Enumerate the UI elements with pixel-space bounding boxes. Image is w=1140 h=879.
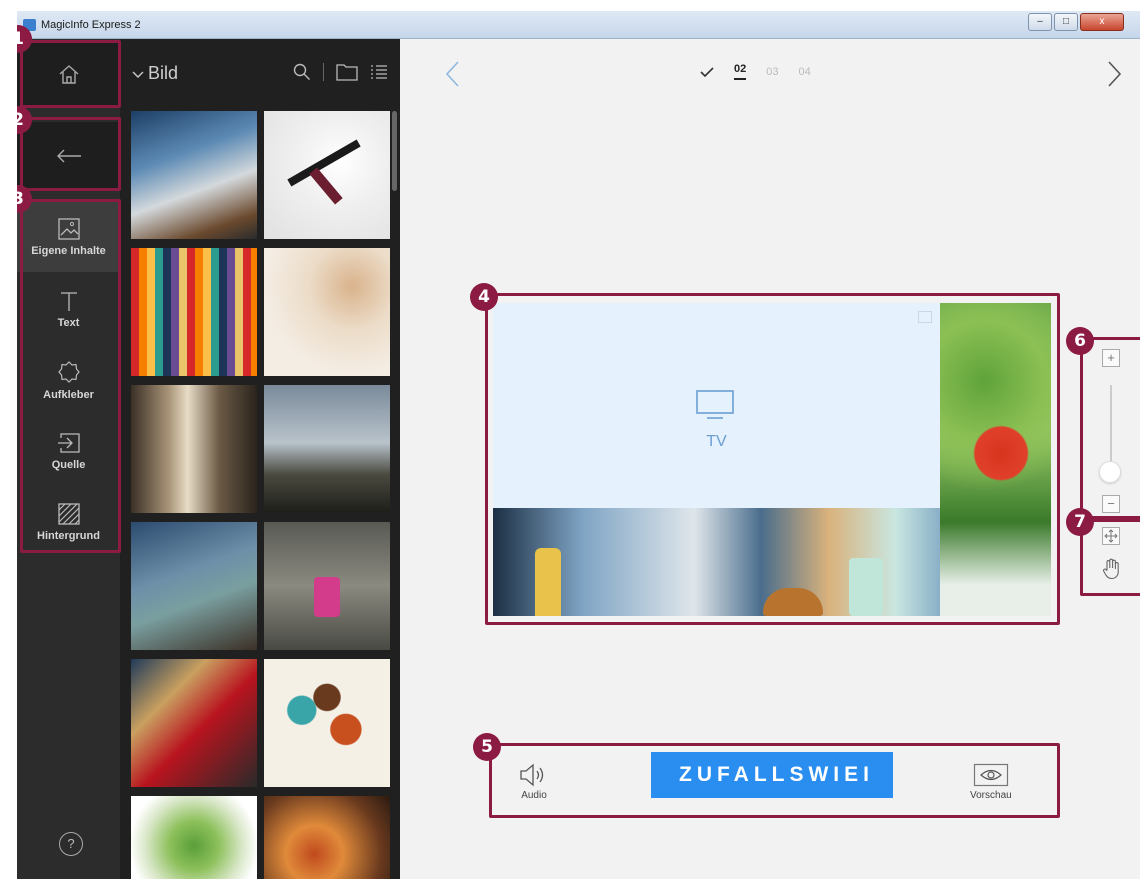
thumbnail-accessories[interactable] [264,248,390,376]
step-03[interactable]: 03 [766,66,778,78]
panel-tools [293,63,388,81]
thumbnail-restaurant[interactable] [131,111,257,239]
close-button[interactable]: x [1080,13,1124,31]
step-indicator: 02 03 04 [700,63,811,80]
speaker-icon [520,763,544,787]
panel-header[interactable]: Bild [132,63,178,84]
preview-button[interactable]: Vorschau [970,763,1012,801]
thumbnail-clothing-store[interactable] [131,385,257,513]
panel-scrollbar[interactable] [392,111,397,191]
check-icon [700,66,714,77]
minimize-button[interactable]: – [1028,13,1052,31]
title-bar: MagicInfo Express 2 – □ x [17,11,1140,39]
divider [323,63,324,81]
window-title: MagicInfo Express 2 [41,19,141,31]
audio-label: Audio [521,790,547,801]
step-current[interactable]: 02 [734,63,747,80]
prev-arrow-icon[interactable] [442,59,464,89]
next-arrow-icon[interactable] [1103,59,1125,89]
folder-icon[interactable] [336,63,358,81]
search-icon[interactable] [293,63,311,81]
audio-button[interactable]: Audio [518,763,550,801]
marker-5: 5 [473,733,501,761]
thumbnail-salad[interactable] [131,796,257,879]
thumbnail-woman-bridge[interactable] [264,385,390,513]
zoom-slider-track[interactable] [1110,385,1112,471]
highlight-box-4 [485,293,1060,625]
thumbnail-pizza[interactable] [264,796,390,879]
content-panel: Bild [120,39,400,879]
move-icon[interactable] [1102,527,1120,545]
marker-4: 4 [470,283,498,311]
help-button[interactable]: ? [59,832,83,856]
highlight-box-2 [20,117,121,191]
marker-7: 7 [1066,508,1094,536]
panel-title: Bild [148,63,179,83]
preview-label: Vorschau [970,790,1012,801]
app-window: MagicInfo Express 2 – □ x Eigene Inhalte… [17,11,1140,879]
highlight-box-3 [20,199,121,553]
ticker-text-zone[interactable]: ZUFALLSWIEI [651,752,893,798]
zoom-in-button[interactable]: + [1102,349,1120,367]
thumbnail-woman-door[interactable] [264,522,390,650]
thumbnail-jewelry[interactable] [264,659,390,787]
thumbnail-makeup[interactable] [264,111,390,239]
chevron-down-icon [132,71,144,78]
eye-icon [973,763,1008,787]
list-view-icon[interactable] [370,64,388,80]
highlight-box-1 [20,40,121,108]
thumbnail-woman-red-dress[interactable] [131,659,257,787]
zoom-out-button[interactable]: − [1102,495,1120,513]
hand-icon[interactable] [1101,558,1121,580]
maximize-button[interactable]: □ [1054,13,1078,31]
step-04[interactable]: 04 [799,66,811,78]
thumbnail-pencils[interactable] [131,248,257,376]
marker-6: 6 [1066,327,1094,355]
zoom-slider-knob[interactable] [1099,461,1121,483]
thumbnail-woman-dress[interactable] [131,522,257,650]
